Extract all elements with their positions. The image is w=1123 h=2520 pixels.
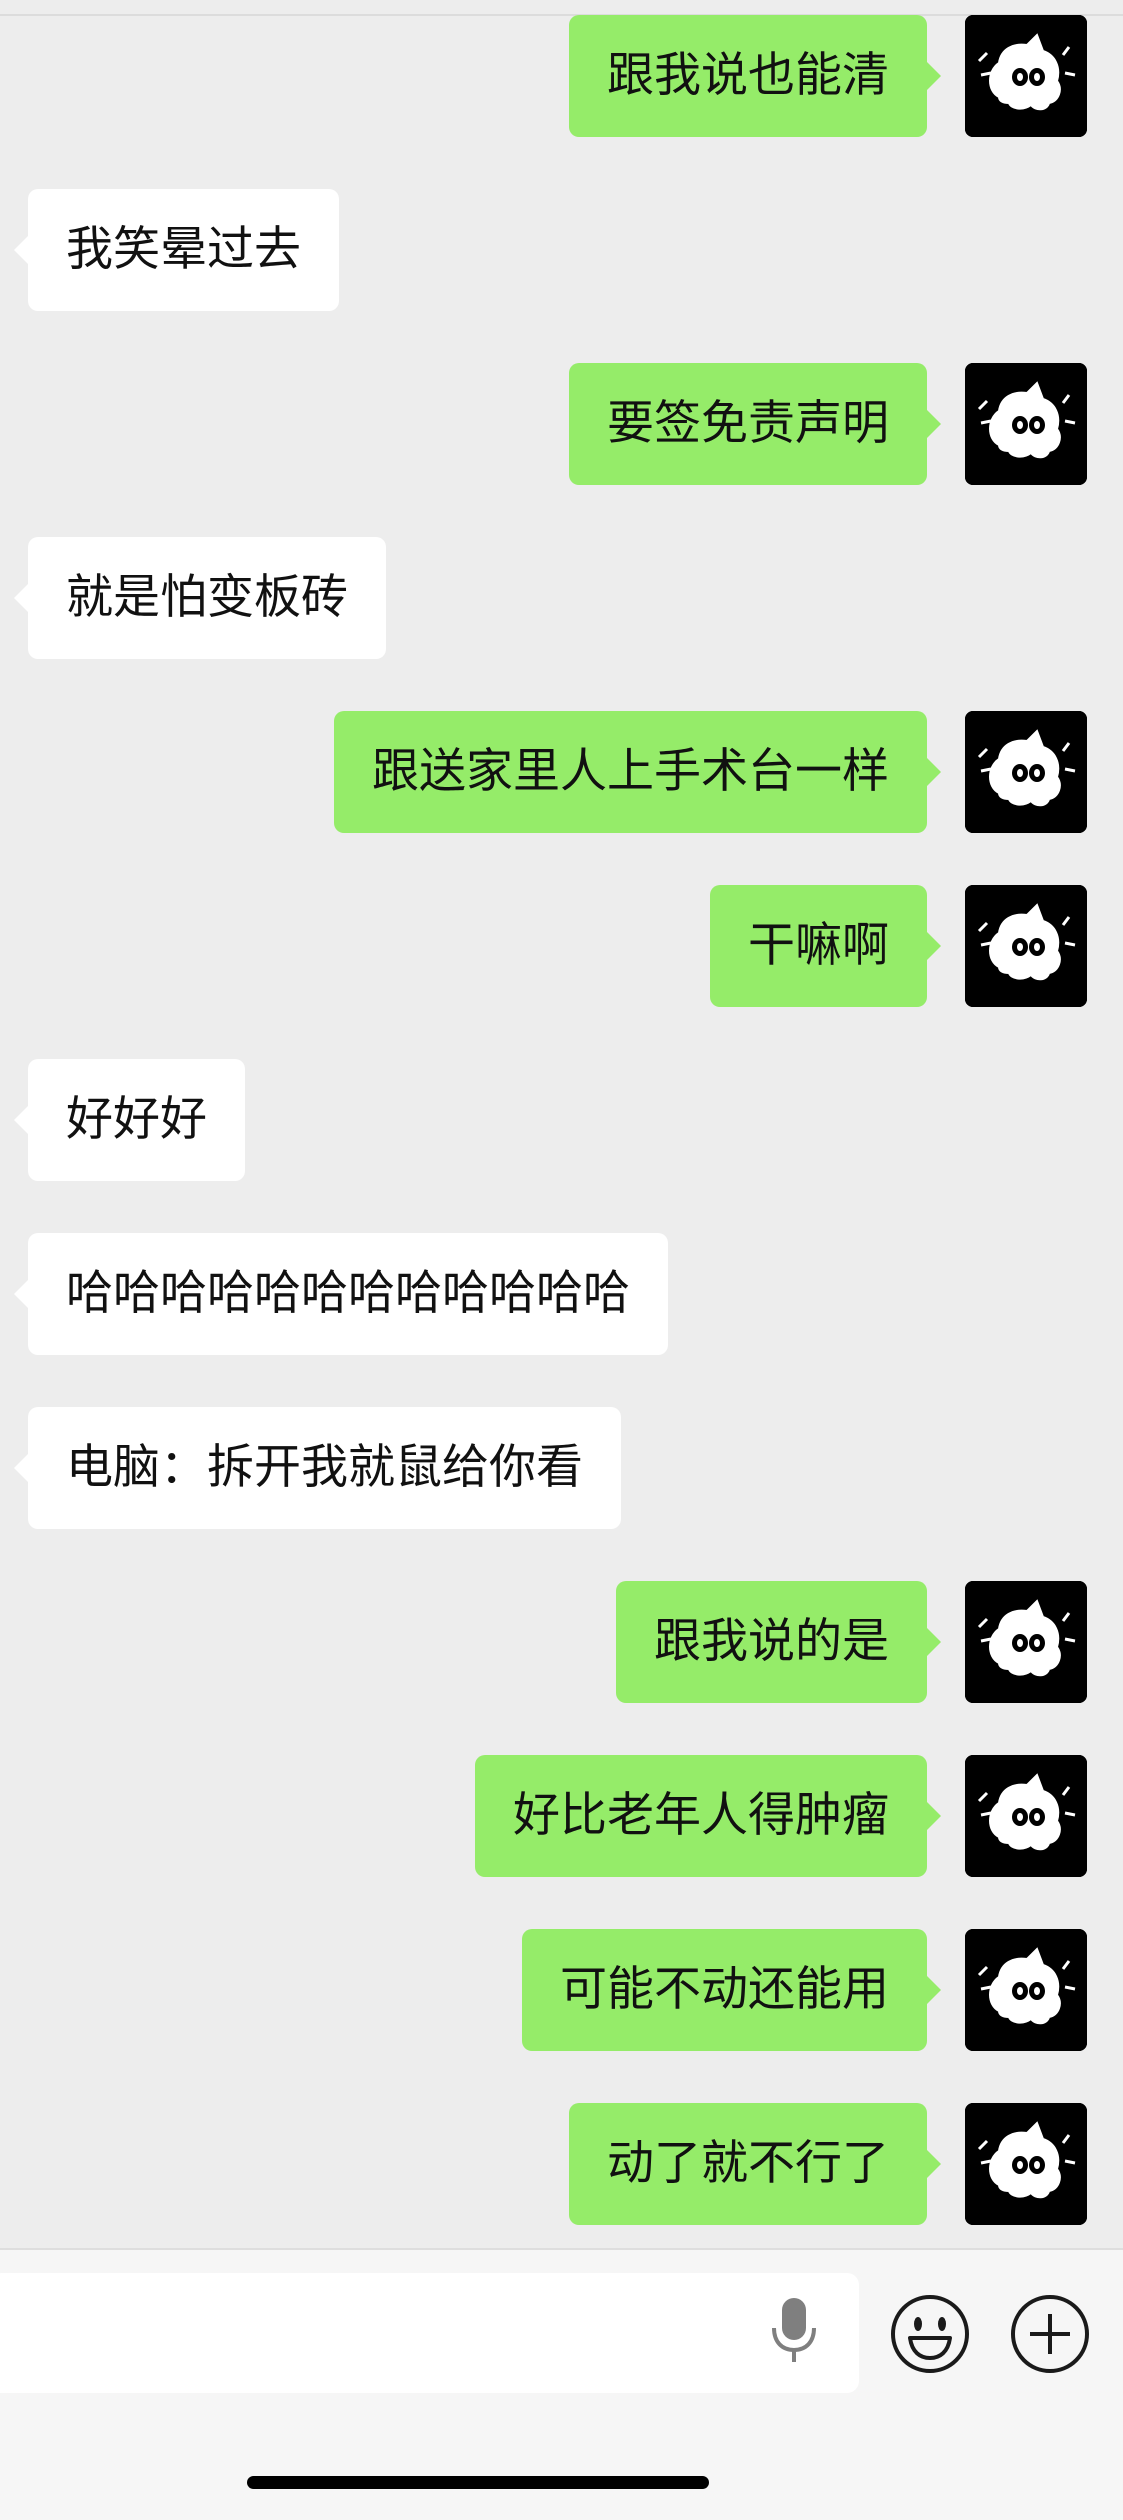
message-row-incoming: 哈哈哈哈哈哈哈哈哈哈哈哈 (0, 1233, 1123, 1355)
message-bubble-outgoing[interactable]: 跟我说的是 (616, 1581, 941, 1703)
microphone-icon[interactable] (764, 2292, 824, 2372)
avatar[interactable] (965, 2103, 1087, 2225)
message-row-incoming: 就是怕变板砖 (0, 537, 1123, 659)
message-row-outgoing: 可能不动还能用 (0, 1929, 1123, 2051)
ghost-cat-avatar-icon (965, 1929, 1087, 2051)
ghost-cat-avatar-icon (965, 15, 1087, 137)
emoji-face-icon[interactable] (888, 2292, 972, 2376)
message-row-incoming: 电脑：拆开我就鼠给你看 (0, 1407, 1123, 1529)
message-bubble-outgoing[interactable]: 好比老年人得肿瘤 (475, 1755, 941, 1877)
ghost-cat-avatar-icon (965, 711, 1087, 833)
message-row-outgoing: 好比老年人得肿瘤 (0, 1755, 1123, 1877)
home-indicator[interactable] (247, 2476, 709, 2489)
avatar[interactable] (965, 1755, 1087, 1877)
message-bubble-outgoing[interactable]: 要签免责声明 (569, 363, 941, 485)
message-row-outgoing: 跟我说的是 (0, 1581, 1123, 1703)
message-bubble-outgoing[interactable]: 跟我说也能清 (569, 15, 941, 137)
message-row-outgoing: 要签免责声明 (0, 363, 1123, 485)
avatar[interactable] (965, 885, 1087, 1007)
message-row-outgoing: 跟送家里人上手术台一样 (0, 711, 1123, 833)
message-bubble-incoming[interactable]: 电脑：拆开我就鼠给你看 (14, 1407, 621, 1529)
message-row-outgoing: 干嘛啊 (0, 885, 1123, 1007)
avatar[interactable] (965, 711, 1087, 833)
message-row-incoming: 好好好 (0, 1059, 1123, 1181)
ghost-cat-avatar-icon (965, 1581, 1087, 1703)
avatar[interactable] (965, 1929, 1087, 2051)
ghost-cat-avatar-icon (965, 363, 1087, 485)
avatar[interactable] (965, 1581, 1087, 1703)
avatar[interactable] (965, 15, 1087, 137)
plus-circle-icon[interactable] (1008, 2292, 1092, 2376)
message-bubble-incoming[interactable]: 我笑晕过去 (14, 189, 339, 311)
message-bubble-incoming[interactable]: 就是怕变板砖 (14, 537, 386, 659)
ghost-cat-avatar-icon (965, 885, 1087, 1007)
message-row-outgoing: 动了就不行了 (0, 2103, 1123, 2225)
message-bubble-outgoing[interactable]: 动了就不行了 (569, 2103, 941, 2225)
message-bubble-outgoing[interactable]: 干嘛啊 (710, 885, 941, 1007)
ghost-cat-avatar-icon (965, 1755, 1087, 1877)
message-row-incoming: 我笑晕过去 (0, 189, 1123, 311)
avatar[interactable] (965, 363, 1087, 485)
ghost-cat-avatar-icon (965, 2103, 1087, 2225)
message-bubble-incoming[interactable]: 好好好 (14, 1059, 245, 1181)
message-input[interactable] (0, 2273, 859, 2393)
message-row-outgoing: 跟我说也能清 (0, 15, 1123, 137)
message-bubble-incoming[interactable]: 哈哈哈哈哈哈哈哈哈哈哈哈 (14, 1233, 668, 1355)
message-bubble-outgoing[interactable]: 跟送家里人上手术台一样 (334, 711, 941, 833)
chat-message-list[interactable]: 跟我说也能清 我笑晕过去 要签免责声明 就是怕变板砖 跟送家里人上手术台一样 干… (0, 0, 1123, 2248)
message-bubble-outgoing[interactable]: 可能不动还能用 (522, 1929, 941, 2051)
